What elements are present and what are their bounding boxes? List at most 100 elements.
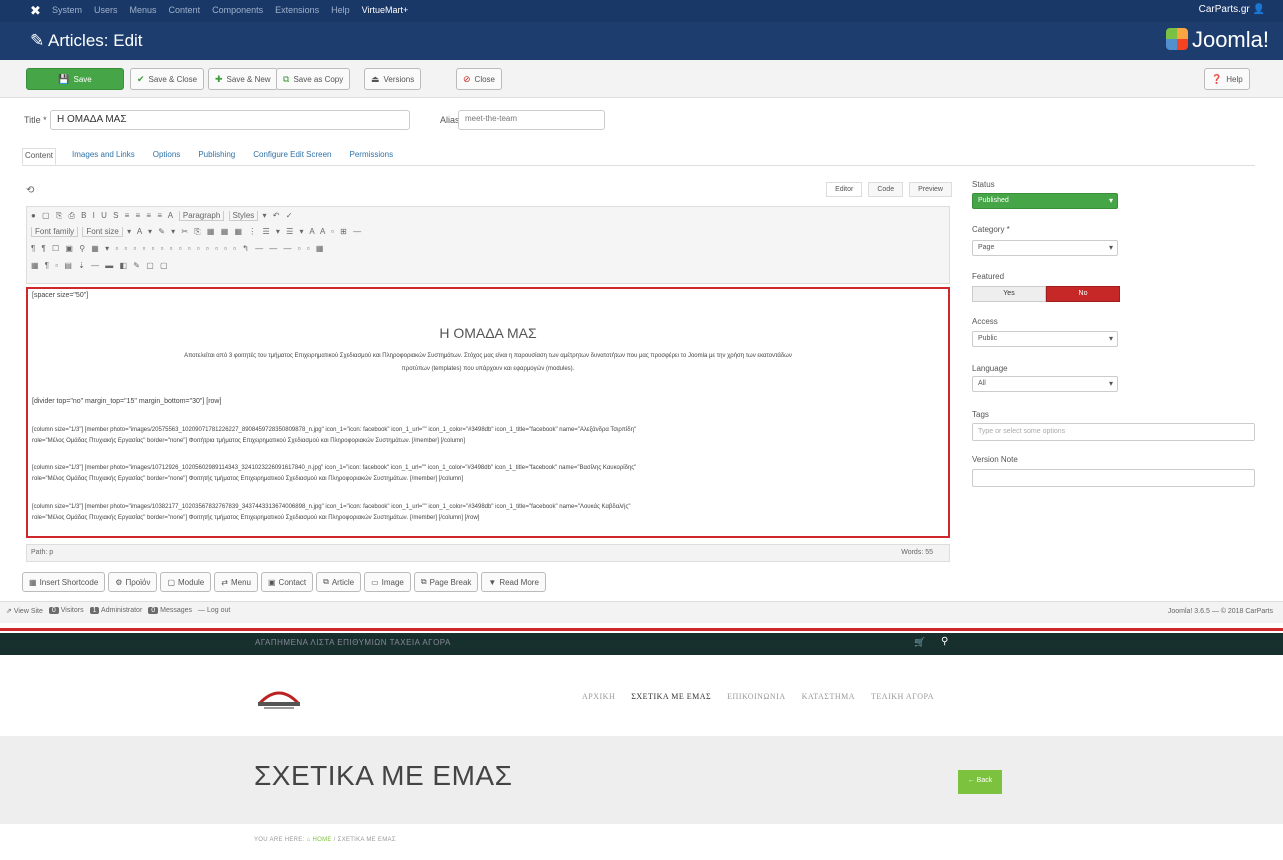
tags-label: Tags	[972, 410, 989, 419]
contact-button[interactable]: ▣ Contact	[260, 572, 314, 592]
font-size-select[interactable]: Font size	[82, 227, 123, 237]
format-select[interactable]: Paragraph	[178, 211, 225, 221]
cart-icon[interactable]: 🛒	[914, 637, 925, 648]
save-new-label: Save & New	[226, 74, 271, 84]
tab-images-links[interactable]: Images and Links	[70, 148, 137, 165]
menu-users[interactable]: Users	[94, 5, 118, 15]
site-nav-about[interactable]: ΣΧΕΤΙΚΑ ΜΕ ΕΜΑΣ	[631, 692, 711, 701]
menu-content[interactable]: Content	[169, 5, 201, 15]
read-more-button[interactable]: ▼ Read More	[481, 572, 546, 592]
admin-top-nav: ✖ System Users Menus Content Components …	[0, 0, 1283, 22]
language-select[interactable]: All ▾	[972, 376, 1118, 392]
tags-input[interactable]: Type or select some options	[972, 423, 1255, 441]
version-note-input[interactable]	[972, 469, 1255, 487]
content-column-2b: role="Μέλος Ομάδας Πτυχιακής Εργασίας" b…	[32, 476, 463, 482]
alias-input[interactable]: meet-the-team	[458, 110, 605, 130]
pencil-icon: ✎	[30, 31, 45, 50]
close-button[interactable]: ⊘ Close	[456, 68, 502, 90]
site-main-nav: ΑΡΧΙΚΗ ΣΧΕΤΙΚΑ ΜΕ ΕΜΑΣ ΕΠΙΚΟΙΝΩΝΙΑ ΚΑΤΑΣ…	[582, 692, 934, 701]
content-column-1a: [column size="1/3"] [member photo="image…	[32, 427, 637, 433]
site-nav-contact[interactable]: ΕΠΙΚΟΙΝΩΝΙΑ	[727, 692, 785, 701]
search-icon[interactable]: ⚲	[941, 636, 948, 647]
format-buttons-3[interactable]: ▾ A ▾ ✎ ▾ ✂ ⎘ ▦ ▦ ▦ ⋮ ☰ ▾ ☰ ▾ A A ▫ ⊞ —	[127, 227, 363, 236]
menu-menus[interactable]: Menus	[130, 5, 157, 15]
featured-yes-toggle[interactable]: Yes	[972, 286, 1046, 302]
view-site-label: View Site	[13, 608, 43, 615]
font-family-select[interactable]: Font family	[31, 227, 79, 237]
toolbar-row-4[interactable]: ▦ ¶ ▫ ▤ ⇣ — ▬ ◧ ✎ ▢ ▢	[31, 261, 170, 273]
site-nav-shop[interactable]: ΚΑΤΑΣΤΗΜΑ	[802, 692, 855, 701]
tab-content[interactable]: Content	[22, 148, 57, 165]
content-column-1b: role="Μέλος Ομάδας Πτυχιακής Εργασίας" b…	[32, 438, 465, 444]
toolbar: 💾 Save ✔ Save & Close ✚ Save & New ⧉ Save as…	[0, 60, 1283, 98]
menu-components[interactable]: Components	[212, 5, 263, 15]
insert-shortcode-button[interactable]: ▦ Insert Shortcode	[22, 572, 106, 592]
article-side-panel: Status Published ▾ Category * Page ▾ Featu…	[972, 180, 1257, 500]
help-button[interactable]: ❓ Help	[1204, 68, 1250, 90]
product-button[interactable]: ⚙ Πρoϊόν	[108, 572, 158, 592]
chevron-down-icon: ▾	[1108, 243, 1113, 252]
status-select[interactable]: Published ▾	[972, 193, 1118, 209]
access-select[interactable]: Public ▾	[972, 331, 1118, 347]
joomla-menu-icon[interactable]: ✖	[30, 3, 41, 19]
view-site-link[interactable]: ⇗ View Site	[6, 607, 43, 615]
site-logo[interactable]	[254, 681, 304, 711]
page-break-button[interactable]: ⧉ Page Break	[413, 572, 479, 592]
menu-extensions[interactable]: Extensions	[275, 5, 319, 15]
format-buttons-1[interactable]: ● ▢ ⎘ ⎙ B I U S ≡ ≡ ≡ ≡ A	[31, 211, 175, 220]
messages-badge[interactable]: 0 Messages	[148, 607, 192, 615]
save-button[interactable]: 💾 Save	[26, 68, 124, 90]
copy-icon: ⧉	[323, 577, 329, 586]
module-label: Module	[178, 577, 205, 587]
menu-virtuemart[interactable]: VirtueMart+	[362, 5, 409, 15]
language-label: Language	[972, 364, 1008, 373]
save-copy-button[interactable]: ⧉ Save as Copy	[276, 68, 351, 90]
title-input[interactable]: Η ΟΜΑΔΑ ΜΑΣ	[50, 110, 410, 130]
toolbar-row-3[interactable]: ¶ ¶ ☐ ▣ ⚲ ▦ ▾ ▫ ▫ ▫ ▫ ▫ ▫ ▫ ▫ ▫ ▫ ▫ ▫ ▫ …	[31, 244, 325, 256]
help-label: Help	[1226, 74, 1243, 84]
page-break-icon: ⧉	[420, 577, 427, 586]
chevron-down-icon: ▾	[1108, 334, 1113, 343]
joomla-logo-icon	[1165, 28, 1188, 50]
toolbar-row-2: Font family Font size ▾ A ▾ ✎ ▾ ✂ ⎘ ▦ ▦ …	[31, 227, 363, 239]
tab-options[interactable]: Options	[151, 148, 183, 165]
messages-label: Messages	[160, 607, 193, 614]
versions-button[interactable]: ⏏ Versions	[364, 68, 422, 90]
save-close-button[interactable]: ✔ Save & Close	[130, 68, 205, 90]
styles-select[interactable]: Styles	[228, 211, 259, 221]
visitors-badge[interactable]: 0 Visitors	[48, 607, 84, 615]
module-button[interactable]: ▢ Module	[160, 572, 212, 592]
access-label: Access	[972, 317, 998, 326]
toggle-editor-icon[interactable]: ⟲	[26, 185, 34, 196]
tab-publishing[interactable]: Publishing	[196, 148, 237, 165]
product-label: Πρoϊόν	[125, 577, 151, 587]
image-button[interactable]: ▭ Image	[364, 572, 411, 592]
article-button[interactable]: ⧉ Article	[316, 572, 362, 592]
versions-label: Versions	[383, 74, 415, 84]
site-nav-home[interactable]: ΑΡΧΙΚΗ	[582, 692, 615, 701]
file-icon: ▢	[167, 577, 176, 587]
administrator-badge[interactable]: 1 Administrator	[89, 607, 142, 615]
editor-content-area[interactable]: [spacer size="50"] Η ΟΜΑΔΑ ΜΑΣ Αποτελείτ…	[26, 287, 950, 538]
tab-editor[interactable]: Editor	[826, 182, 863, 197]
menu-button[interactable]: ⇄ Menu	[214, 572, 258, 592]
breadcrumb-home[interactable]: HOME	[312, 837, 331, 843]
site-top-links[interactable]: ΑΓΑΠΗΜΕΝΑ ΛΙΣΤΑ ΕΠΙΘΥΜΙΩΝ ΤΑΧΕΙΑ ΑΓΟΡΑ	[255, 638, 451, 647]
tab-code[interactable]: Code	[868, 182, 904, 197]
menu-help[interactable]: Help	[331, 5, 350, 15]
logout-link[interactable]: — Log out	[198, 607, 230, 615]
format-buttons-2[interactable]: ▾ ↶ ✓	[263, 211, 295, 220]
user-menu[interactable]: CarParts.gr 👤	[1199, 4, 1265, 15]
featured-no-toggle[interactable]: No	[1046, 286, 1120, 302]
site-nav-checkout[interactable]: ΤΕΛΙΚΗ ΑΓΟΡΑ	[871, 692, 934, 701]
menu-system[interactable]: System	[52, 5, 82, 15]
back-button[interactable]: ← Back	[958, 770, 1002, 794]
tab-preview[interactable]: Preview	[909, 182, 952, 197]
tab-configure-edit[interactable]: Configure Edit Screen	[251, 148, 333, 165]
breadcrumb-prefix: YOU ARE HERE:	[254, 837, 305, 843]
save-new-button[interactable]: ✚ Save & New	[208, 68, 278, 90]
category-select[interactable]: Page ▾	[972, 240, 1118, 256]
version-info: Joomla! 3.6.5 — © 2018 CarParts	[1167, 608, 1273, 615]
joomla-logo-text: Joomla!	[1191, 27, 1269, 52]
tab-permissions[interactable]: Permissions	[348, 148, 396, 165]
